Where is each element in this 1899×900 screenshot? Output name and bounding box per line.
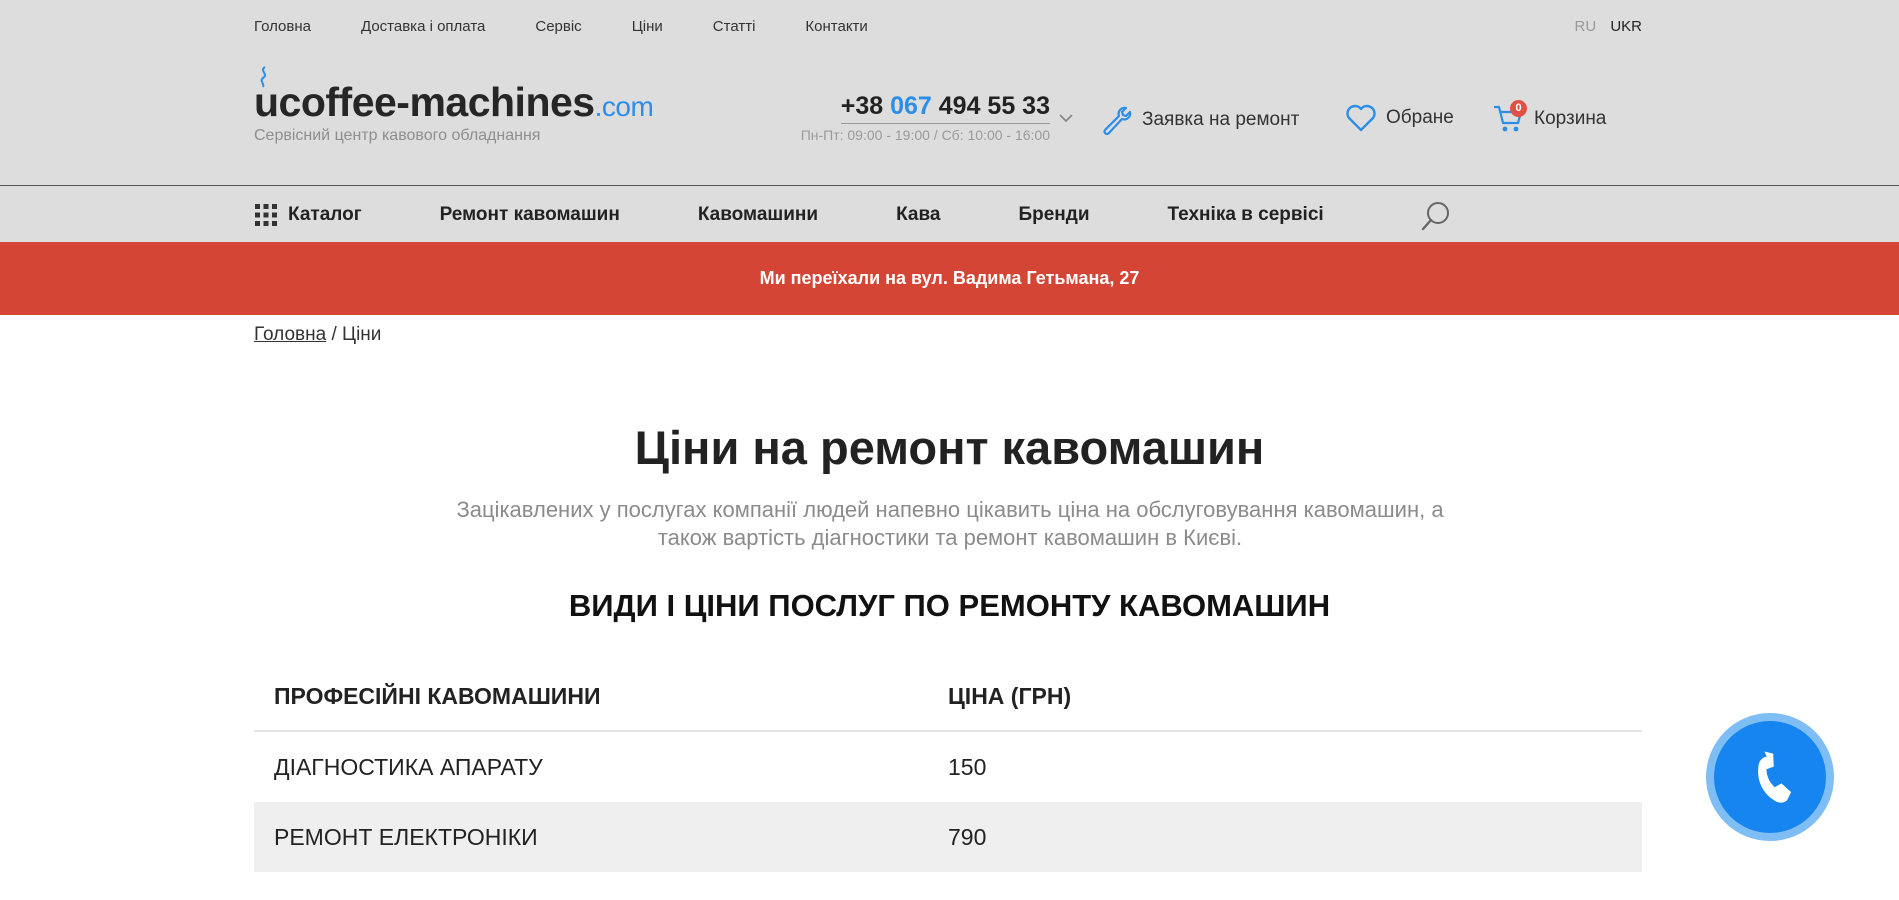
category-nav: Каталог Ремонт кавомашин Кавомашини Кава…	[0, 185, 1899, 242]
phone-digits: 494 55 33	[931, 92, 1050, 120]
top-nav: Головна Доставка і оплата Сервіс Ціни Ст…	[254, 0, 1642, 52]
column-header-price: ЦІНА (ГРН)	[948, 682, 1072, 709]
column-header-service: ПРОФЕСІЙНІ КАВОМАШИНИ	[274, 682, 601, 709]
heart-icon	[1346, 104, 1376, 132]
topnav-home-link[interactable]: Головна	[254, 18, 311, 35]
service-name: ДІАГНОСТИКА АПАРАТУ	[274, 753, 543, 780]
topnav-prices-link[interactable]: Ціни	[632, 18, 663, 35]
topnav-articles-link[interactable]: Статті	[713, 18, 756, 35]
breadcrumb-current: Ціни	[342, 324, 382, 345]
topnav-delivery-link[interactable]: Доставка і оплата	[361, 18, 485, 35]
breadcrumb-separator: /	[326, 324, 343, 345]
table-row: ДІАГНОСТИКА АПАРАТУ 150	[254, 732, 1642, 802]
nav-repair[interactable]: Ремонт кавомашин	[440, 204, 620, 226]
phone-number[interactable]: +38 067 494 55 33	[840, 92, 1050, 124]
service-name: РЕМОНТ ЕЛЕКТРОНІКИ	[274, 823, 538, 850]
catalog-label: Каталог	[288, 203, 362, 225]
cart-label: Корзина	[1534, 108, 1607, 129]
contact-box: +38 067 494 55 33 Пн-Пт: 09:00 - 19:00 /…	[768, 92, 1050, 143]
search-icon[interactable]	[1420, 200, 1452, 232]
service-price: 790	[948, 823, 987, 850]
callback-button-inner	[1714, 721, 1826, 833]
service-price: 150	[948, 753, 987, 780]
table-row: РЕМОНТ ЕЛЕКТРОНІКИ 790	[254, 802, 1642, 872]
wrench-icon	[1103, 106, 1132, 136]
page-title: Ціни на ремонт кавомашин	[634, 421, 1265, 474]
favorites-button[interactable]: Обране	[1346, 104, 1454, 132]
breadcrumb-home-link[interactable]: Головна	[254, 324, 326, 345]
logo-text: ucoffee-machines.com	[254, 79, 654, 125]
nav-coffee-machines[interactable]: Кавомашини	[698, 204, 818, 226]
callback-button[interactable]	[1706, 713, 1834, 841]
catalog-menu-button[interactable]: Каталог	[254, 203, 362, 227]
price-table: ПРОФЕСІЙНІ КАВОМАШИНИ ЦІНА (ГРН) ДІАГНОС…	[254, 662, 1642, 872]
logo-domain: .com	[594, 91, 654, 122]
site-logo[interactable]: ucoffee-machines.com Сервісний центр кав…	[254, 66, 654, 145]
section-title: ВИДИ І ЦІНИ ПОСЛУГ ПО РЕМОНТУ КАВОМАШИН	[568, 588, 1331, 623]
topnav-contacts-link[interactable]: Контакти	[805, 18, 867, 35]
topnav-service-link[interactable]: Сервіс	[535, 18, 581, 35]
nav-service-equipment[interactable]: Техніка в сервісі	[1168, 204, 1324, 226]
top-header: Головна Доставка і оплата Сервіс Ціни Ст…	[0, 0, 1899, 185]
phone-prefix: +38	[840, 92, 891, 120]
favorites-label: Обране	[1386, 107, 1454, 128]
language-switcher: RU UKR	[1564, 18, 1642, 35]
steam-icon	[260, 66, 266, 88]
cart-button[interactable]: 0 Корзина	[1492, 100, 1607, 134]
phone-icon	[1758, 751, 1792, 803]
grid-icon	[255, 203, 277, 226]
announcement-banner: Ми переїхали на вул. Вадима Гетьмана, 27	[0, 242, 1899, 315]
lang-ukr-link[interactable]: UKR	[1610, 18, 1642, 35]
logo-main-text: ucoffee-machines	[254, 79, 595, 125]
nav-coffee[interactable]: Кава	[896, 204, 940, 226]
chevron-down-icon[interactable]	[1058, 110, 1074, 126]
intro-text: Зацікавлених у послугах компанії людей н…	[456, 497, 1444, 550]
working-hours: Пн-Пт: 09:00 - 19:00 / Сб: 10:00 - 16:00	[800, 127, 1050, 143]
logo-tagline: Сервісний центр кавового обладнання	[254, 127, 541, 144]
cart-count-badge: 0	[1510, 100, 1527, 117]
phone-code: 067	[890, 92, 932, 120]
table-header-row: ПРОФЕСІЙНІ КАВОМАШИНИ ЦІНА (ГРН)	[254, 662, 1642, 732]
repair-request-button[interactable]: Заявка на ремонт	[1100, 104, 1299, 136]
nav-brands[interactable]: Бренди	[1018, 204, 1089, 226]
breadcrumb: Головна / Ціни	[254, 324, 381, 346]
lang-ru-link[interactable]: RU	[1574, 18, 1596, 35]
repair-request-label: Заявка на ремонт	[1142, 109, 1300, 130]
